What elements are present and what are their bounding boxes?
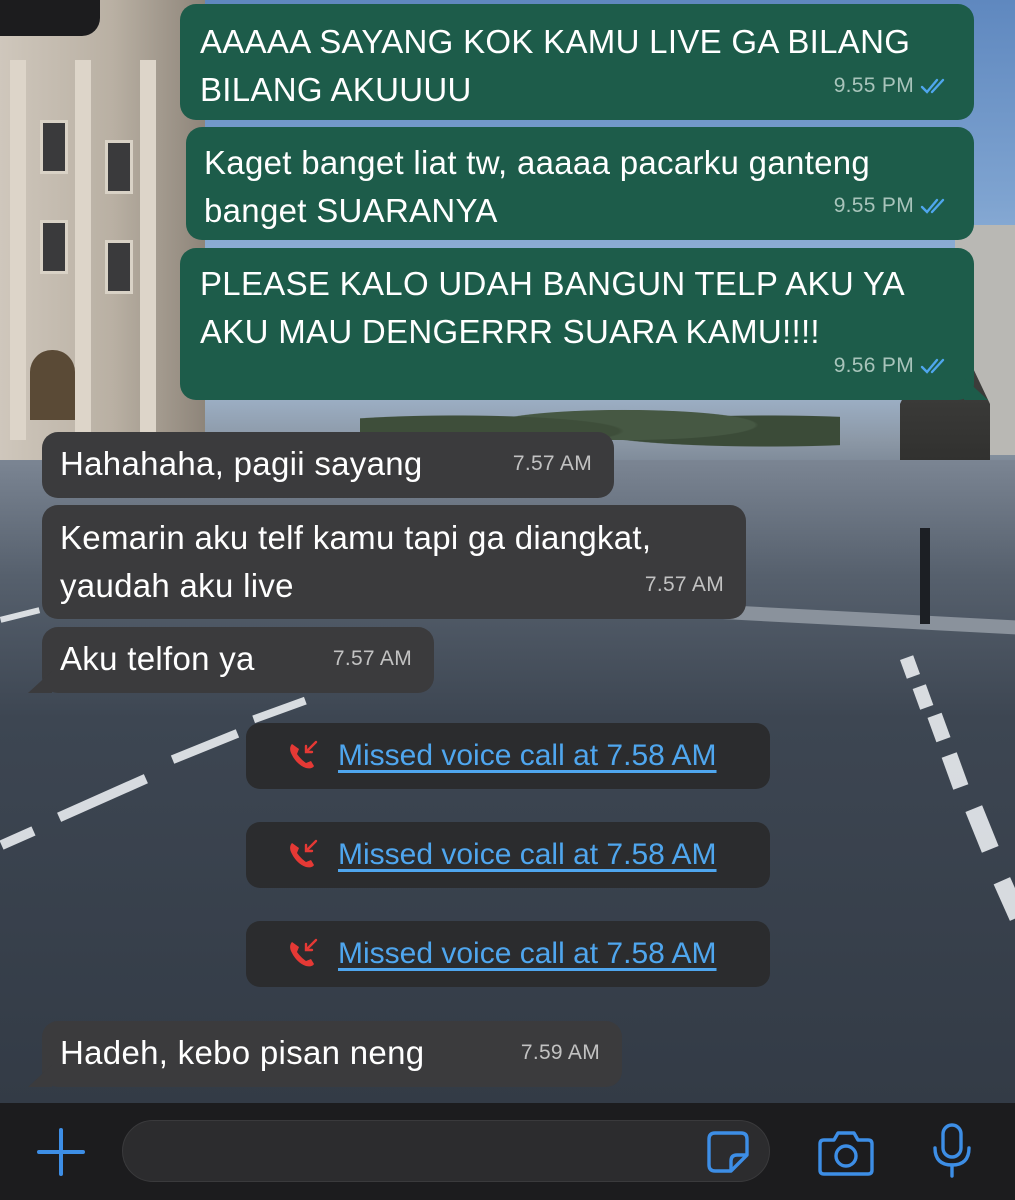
double-check-icon: [920, 198, 945, 214]
message-meta: 7.57 AM: [333, 635, 412, 683]
message-time: 9.55 PM: [833, 194, 914, 217]
outgoing-message[interactable]: AAAAA SAYANG KOK KAMU LIVE GA BILANG BIL…: [180, 4, 974, 120]
incoming-message[interactable]: Aku telfon ya 7.57 AM: [28, 627, 434, 693]
message-meta: 7.57 AM: [645, 561, 724, 609]
missed-call-icon: [290, 740, 318, 769]
message-time: 7.57 AM: [332, 647, 412, 670]
microphone-icon[interactable]: [930, 1122, 974, 1180]
top-left-overlay: [0, 0, 100, 36]
message-time: 7.57 AM: [644, 573, 724, 596]
message-meta: 7.59 AM: [521, 1029, 600, 1077]
missed-call-icon: [290, 839, 318, 868]
camera-icon[interactable]: [818, 1128, 874, 1176]
message-meta: 9.55 PM: [834, 182, 952, 230]
message-time: 9.56 PM: [833, 354, 914, 377]
incoming-message[interactable]: Hadeh, kebo pisan neng 7.59 AM: [28, 1021, 622, 1087]
double-check-icon: [920, 78, 945, 94]
outgoing-message[interactable]: Kaget banget liat tw, aaaaa pacarku gant…: [186, 127, 974, 240]
sticker-icon[interactable]: [705, 1129, 751, 1175]
message-time: 7.57 AM: [512, 452, 592, 475]
message-meta: 7.57 AM: [513, 440, 592, 488]
outgoing-message[interactable]: PLEASE KALO UDAH BANGUN TELP AKU YA AKU …: [180, 248, 988, 400]
missed-call-notice[interactable]: Missed voice call at 7.58 AM: [246, 822, 770, 888]
incoming-message[interactable]: Hahahaha, pagii sayang 7.57 AM: [42, 432, 614, 498]
incoming-message[interactable]: Kemarin aku telf kamu tapi ga diangkat, …: [42, 505, 746, 619]
missed-call-notice[interactable]: Missed voice call at 7.58 AM: [246, 723, 770, 789]
message-time: 9.55 PM: [833, 74, 914, 97]
message-time: 7.59 AM: [520, 1041, 600, 1064]
missed-call-notice[interactable]: Missed voice call at 7.58 AM: [246, 921, 770, 987]
wallpaper-building: [0, 0, 205, 470]
missed-call-link[interactable]: Missed voice call at 7.58 AM: [338, 838, 717, 872]
plus-icon[interactable]: [35, 1126, 87, 1178]
missed-call-icon: [290, 938, 318, 967]
message-input[interactable]: [122, 1120, 770, 1182]
missed-call-link[interactable]: Missed voice call at 7.58 AM: [338, 739, 717, 773]
message-meta: 9.56 PM: [834, 342, 952, 390]
missed-call-link[interactable]: Missed voice call at 7.58 AM: [338, 937, 717, 971]
message-meta: 9.55 PM: [834, 62, 952, 110]
wallpaper-bollard: [920, 528, 930, 624]
message-text: Kemarin aku telf kamu tapi ga diangkat, …: [60, 519, 652, 604]
double-check-icon: [920, 358, 945, 374]
